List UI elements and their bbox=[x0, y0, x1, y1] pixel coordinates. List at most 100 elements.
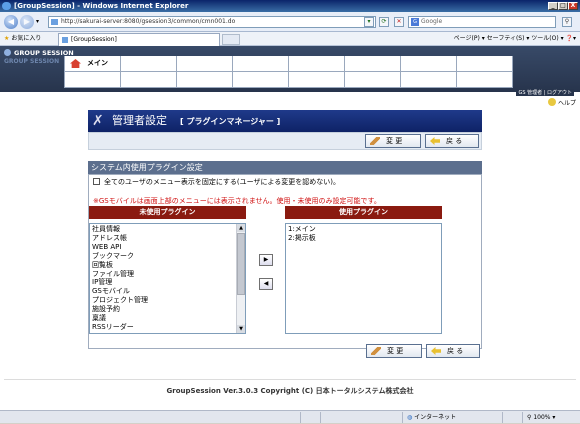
menu-cell bbox=[401, 72, 457, 88]
favorites-button[interactable]: ★ お気に入り bbox=[4, 34, 41, 44]
change-button-top[interactable]: 変 更 bbox=[365, 134, 421, 148]
address-url: http://sakurai-server:8080/gsession3/com… bbox=[61, 18, 236, 25]
globe-icon: ◍ bbox=[407, 414, 413, 421]
window-title: [GroupSession] - Windows Internet Explor… bbox=[14, 2, 189, 10]
top-action-bar: 変 更 戻 る bbox=[88, 132, 482, 150]
ie-icon bbox=[2, 2, 11, 10]
menu-cell bbox=[233, 56, 289, 72]
page-icon bbox=[51, 19, 58, 25]
menu-cell bbox=[457, 72, 513, 88]
command-bar[interactable]: ページ(P) ▾ セーフティ(S) ▾ ツール(O) ▾ ❓▾ bbox=[454, 34, 576, 44]
menu-cell bbox=[289, 56, 345, 72]
page-subtitle: [ プラグインマネージャー ] bbox=[180, 117, 281, 126]
menu-cell bbox=[121, 72, 177, 88]
address-input[interactable]: http://sakurai-server:8080/gsession3/com… bbox=[48, 16, 376, 28]
list-scrollbar[interactable]: ▲ ▼ bbox=[236, 224, 245, 333]
footer-divider bbox=[4, 379, 576, 380]
change-button-bottom[interactable]: 変 更 bbox=[366, 344, 422, 358]
admin-header: ✗ 管理者設定 [ プラグインマネージャー ] bbox=[88, 110, 482, 132]
used-plugins-list[interactable]: 1:メイン 2:掲示板 bbox=[285, 223, 442, 334]
unused-plugins-header: 未使用プラグイン bbox=[89, 206, 246, 219]
favorites-bar: ★ お気に入り [GroupSession] ページ(P) ▾ セーフティ(S)… bbox=[0, 32, 580, 46]
list-item[interactable]: IP管理 bbox=[92, 278, 243, 287]
scroll-thumb[interactable] bbox=[237, 233, 245, 295]
maximize-button[interactable]: □ bbox=[558, 2, 568, 10]
list-item[interactable]: RSSリーダー bbox=[92, 323, 243, 332]
history-dropdown-icon[interactable]: ▾ bbox=[36, 18, 39, 25]
menu-cell bbox=[65, 72, 121, 88]
close-button[interactable]: X bbox=[568, 2, 578, 10]
dropdown-icon[interactable]: ▾ bbox=[364, 17, 374, 27]
help-icon bbox=[547, 98, 556, 106]
list-item[interactable]: ファイル管理 bbox=[92, 270, 243, 279]
back-button-bottom[interactable]: 戻 る bbox=[426, 344, 480, 358]
new-tab-button[interactable] bbox=[222, 34, 240, 45]
home-icon bbox=[70, 59, 81, 68]
menu-item-main[interactable]: メイン bbox=[65, 56, 121, 72]
list-item[interactable]: 稟議 bbox=[92, 314, 243, 323]
search-icon[interactable]: ⚲ bbox=[562, 17, 572, 27]
search-placeholder: Google bbox=[421, 18, 443, 25]
wrench-icon: ✗ bbox=[92, 113, 104, 129]
status-segment bbox=[320, 412, 340, 423]
fix-menu-option[interactable]: 全てのユーザのメニュー表示を固定にする(ユーザによる変更を認めない)。 bbox=[93, 178, 340, 187]
window-title-bar: [GroupSession] - Windows Internet Explor… bbox=[0, 0, 580, 12]
pencil-icon bbox=[370, 137, 380, 145]
gs-header: GROUP SESSION GROUP SESSION メイン bbox=[0, 46, 580, 92]
logo-icon bbox=[4, 49, 11, 56]
tab-page-icon bbox=[62, 37, 68, 43]
menu-cell bbox=[233, 72, 289, 88]
zoom-control[interactable]: ⚲ 100% ▾ bbox=[522, 412, 580, 423]
minimize-button[interactable]: _ bbox=[548, 2, 558, 10]
back-icon[interactable]: ◀ bbox=[4, 15, 18, 29]
forward-icon[interactable]: ▶ bbox=[20, 15, 34, 29]
menu-cell bbox=[121, 56, 177, 72]
section-title: システム内使用プラグイン設定 bbox=[88, 161, 482, 174]
back-button-top[interactable]: 戻 る bbox=[425, 134, 479, 148]
list-item[interactable]: GSモバイル bbox=[92, 287, 243, 296]
mobile-note: ※GSモバイルは画面上部のメニューには表示されません。使用・未使用のみ設定可能で… bbox=[93, 197, 381, 205]
status-segment bbox=[300, 412, 320, 423]
scroll-up-icon[interactable]: ▲ bbox=[237, 224, 245, 232]
pencil-icon bbox=[371, 347, 381, 355]
google-icon: G bbox=[411, 18, 419, 26]
refresh-icon[interactable]: ⟳ bbox=[379, 17, 389, 27]
help-link[interactable]: ヘルプ bbox=[547, 98, 576, 107]
zone-indicator: ◍ インターネット bbox=[402, 412, 502, 423]
list-item[interactable]: ブックマーク bbox=[92, 252, 243, 261]
list-item[interactable]: WEB API bbox=[92, 243, 243, 252]
list-item[interactable]: アドレス帳 bbox=[92, 234, 243, 243]
browser-tab[interactable]: [GroupSession] bbox=[58, 33, 220, 46]
list-item[interactable]: 1:メイン bbox=[288, 225, 439, 234]
move-to-used-button[interactable]: ▶ bbox=[259, 254, 273, 266]
scroll-down-icon[interactable]: ▼ bbox=[237, 325, 245, 333]
menu-cell bbox=[177, 56, 233, 72]
star-icon: ★ bbox=[4, 35, 10, 42]
menu-cell bbox=[345, 56, 401, 72]
search-input[interactable]: G Google bbox=[408, 16, 556, 28]
unused-plugins-list[interactable]: 社員情報 アドレス帳 WEB API ブックマーク 回覧板 ファイル管理 IP管… bbox=[89, 223, 246, 334]
security-segment bbox=[502, 412, 522, 423]
menu-cell bbox=[401, 56, 457, 72]
fix-menu-checkbox[interactable] bbox=[93, 178, 100, 185]
page-title: 管理者設定 bbox=[112, 114, 167, 127]
address-toolbar: ◀ ▶ ▾ http://sakurai-server:8080/gsessio… bbox=[0, 12, 580, 32]
zoom-icon: ⚲ bbox=[527, 414, 532, 421]
stop-icon[interactable]: ✕ bbox=[394, 17, 404, 27]
menu-cell bbox=[345, 72, 401, 88]
move-to-unused-button[interactable]: ◀ bbox=[259, 278, 273, 290]
back-arrow-icon bbox=[430, 137, 440, 145]
footer-copyright: GroupSession Ver.3.0.3 Copyright (C) 日本ト… bbox=[166, 387, 414, 395]
menu-cell bbox=[177, 72, 233, 88]
list-item[interactable]: 社員情報 bbox=[92, 225, 243, 234]
list-item[interactable]: プロジェクト管理 bbox=[92, 296, 243, 305]
user-info[interactable]: GS 管理者 | ログアウト bbox=[516, 89, 574, 96]
list-item[interactable]: 2:掲示板 bbox=[288, 234, 439, 243]
page-content: GROUP SESSION GROUP SESSION メイン GS 管理者 |… bbox=[0, 46, 580, 410]
used-plugins-header: 使用プラグイン bbox=[285, 206, 442, 219]
list-item[interactable]: 回覧板 bbox=[92, 261, 243, 270]
list-item[interactable]: 施設予約 bbox=[92, 305, 243, 314]
menu-cell bbox=[289, 72, 345, 88]
back-arrow-icon bbox=[431, 347, 441, 355]
menu-cell bbox=[457, 56, 513, 72]
